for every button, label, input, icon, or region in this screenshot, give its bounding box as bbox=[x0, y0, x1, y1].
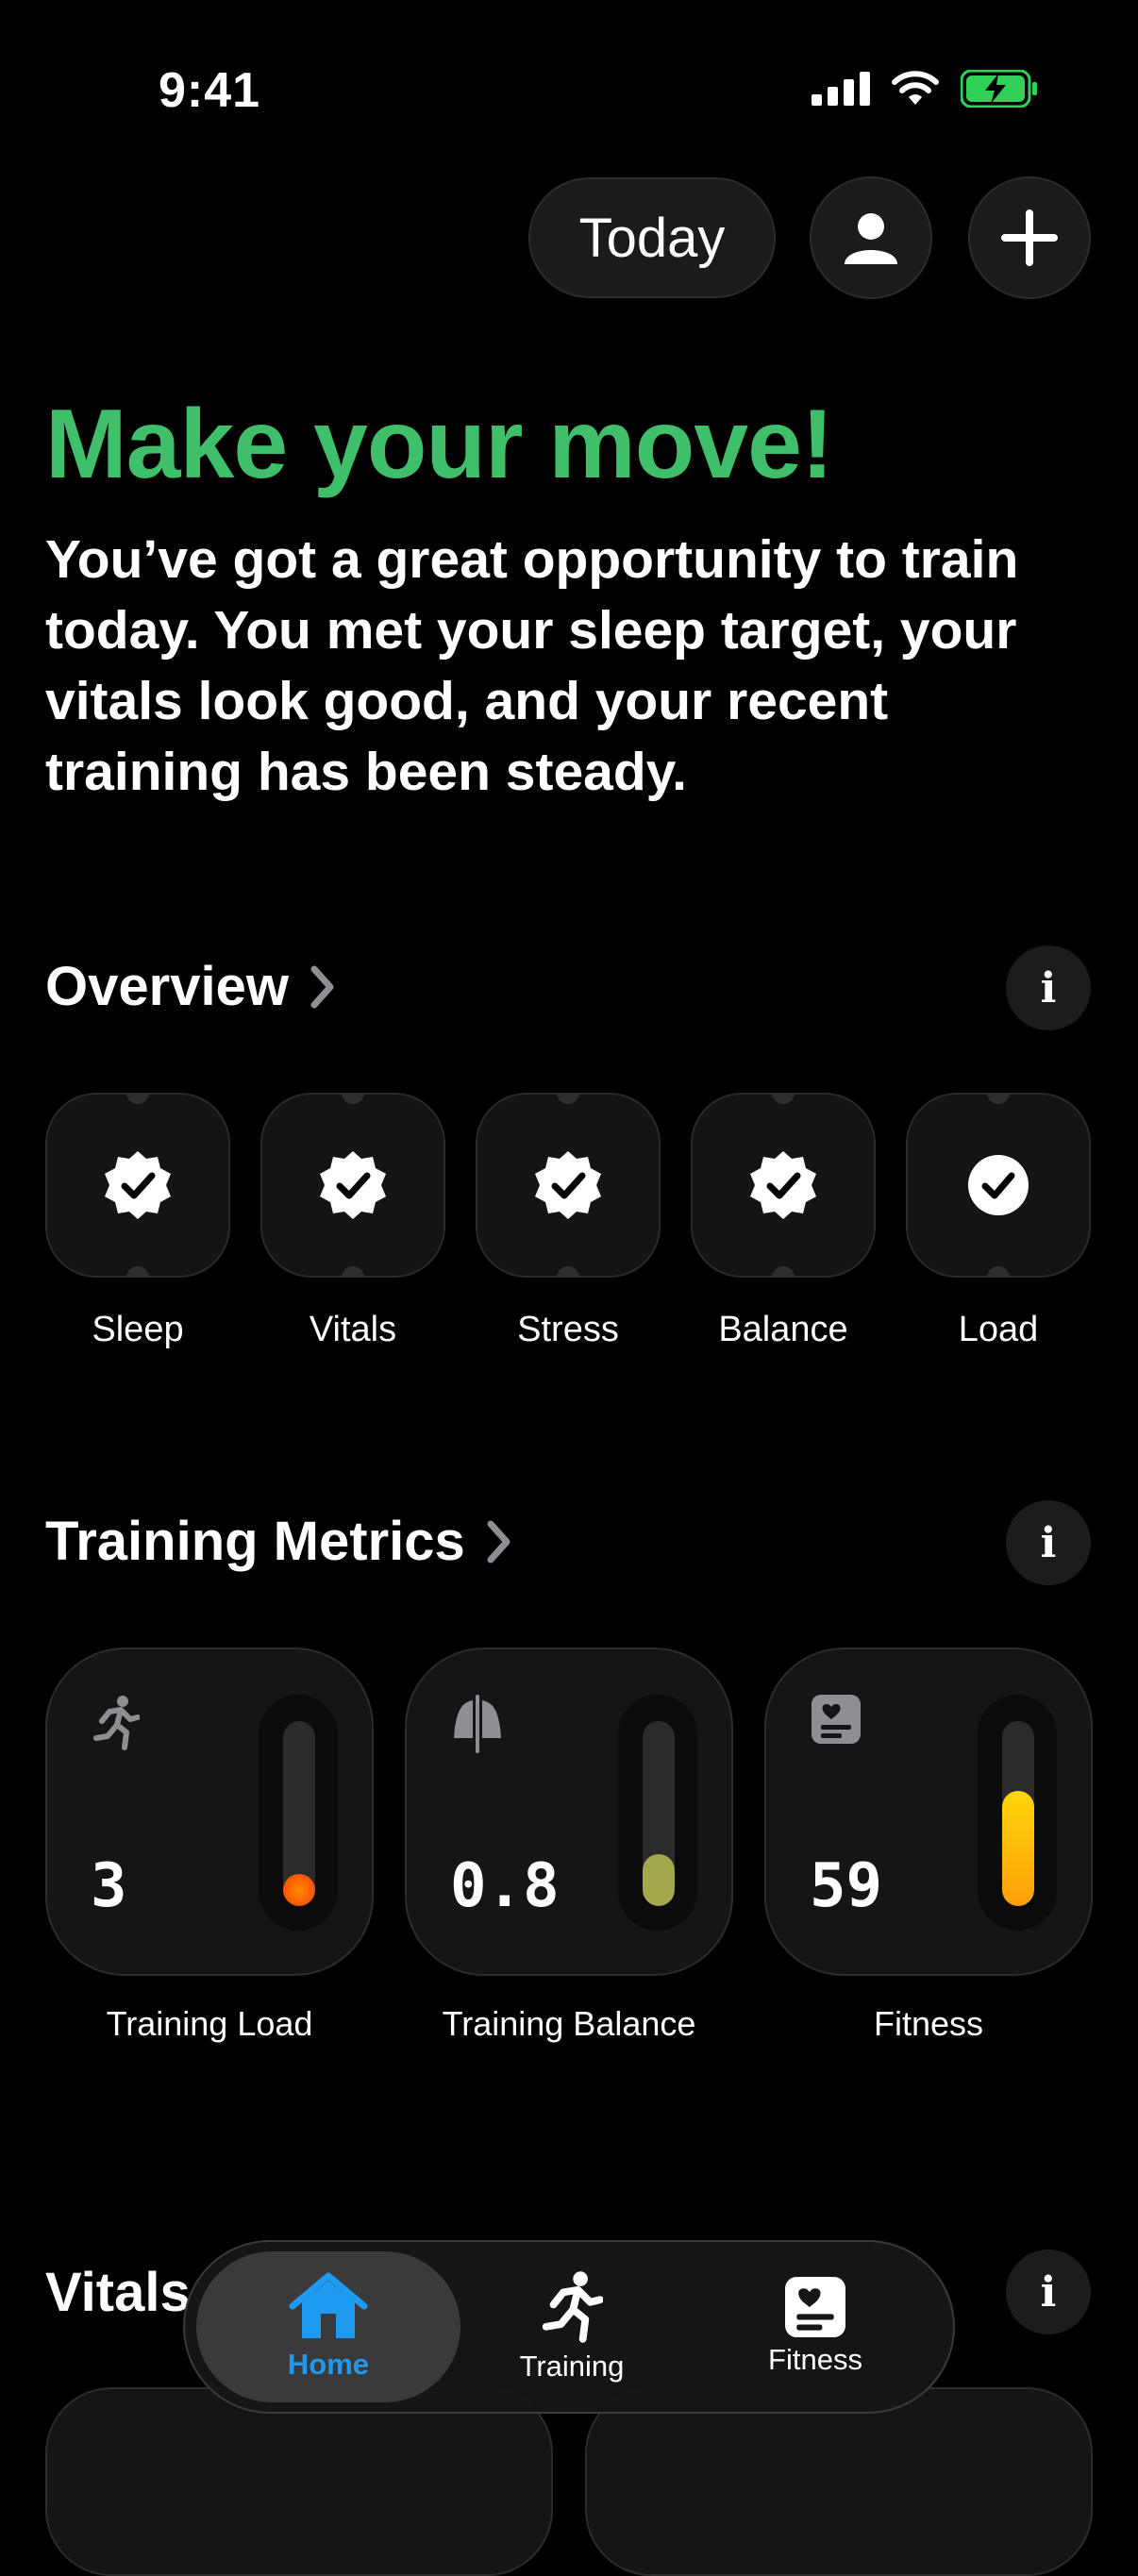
overview-info-button[interactable]: i bbox=[1006, 945, 1091, 1030]
tab-bar: Home Training Fitness bbox=[183, 2240, 955, 2414]
overview-tile-load[interactable] bbox=[906, 1093, 1091, 1278]
vital-card[interactable] bbox=[585, 2387, 1093, 2576]
runner-icon bbox=[542, 2271, 603, 2343]
badge-check-icon bbox=[105, 1151, 171, 1219]
training-load-value: 3 bbox=[91, 1851, 127, 1921]
plus-icon bbox=[1001, 209, 1058, 266]
chevron-right-icon bbox=[486, 1519, 512, 1564]
overview-header[interactable]: Overview bbox=[45, 955, 336, 1018]
cellular-signal-icon bbox=[812, 72, 870, 106]
overview-tile-balance[interactable] bbox=[691, 1093, 876, 1278]
training-metrics-header[interactable]: Training Metrics bbox=[45, 1510, 512, 1573]
overview-tile-vitals[interactable] bbox=[260, 1093, 445, 1278]
training-balance-gauge bbox=[643, 1721, 675, 1906]
training-load-label: Training Load bbox=[106, 2004, 313, 2043]
training-metrics-info-button[interactable]: i bbox=[1006, 1500, 1091, 1585]
runner-icon bbox=[93, 1696, 140, 1750]
training-metrics-title: Training Metrics bbox=[45, 1511, 465, 1572]
overview-tile-stress[interactable] bbox=[476, 1093, 661, 1278]
fitness-card-icon bbox=[785, 2277, 845, 2337]
status-time: 9:41 bbox=[159, 63, 261, 118]
badge-check-icon bbox=[750, 1151, 816, 1219]
today-button[interactable]: Today bbox=[528, 177, 776, 298]
fitness-label: Fitness bbox=[873, 2004, 984, 2043]
person-icon bbox=[845, 213, 897, 264]
training-load-card[interactable]: 3 bbox=[45, 1648, 374, 1976]
tab-home-label: Home bbox=[287, 2348, 370, 2381]
info-icon: i bbox=[1040, 2267, 1057, 2317]
summary-text: You’ve got a great opportunity to train … bbox=[45, 529, 1019, 802]
house-icon bbox=[289, 2272, 368, 2338]
vital-card[interactable] bbox=[45, 2387, 553, 2576]
training-balance-card[interactable]: 0.8 bbox=[405, 1648, 733, 1976]
training-load-gauge bbox=[283, 1721, 315, 1906]
tab-home[interactable]: Home bbox=[196, 2251, 460, 2402]
overview-tile-sleep[interactable] bbox=[45, 1093, 230, 1278]
tab-fitness-label: Fitness bbox=[768, 2343, 862, 2376]
tab-training-label: Training bbox=[519, 2350, 625, 2383]
info-icon: i bbox=[1040, 963, 1057, 1012]
balance-icon bbox=[454, 1695, 501, 1753]
training-balance-label: Training Balance bbox=[442, 2004, 696, 2043]
status-icons bbox=[812, 70, 1038, 108]
badge-check-icon bbox=[320, 1151, 386, 1219]
vitals-info-button[interactable]: i bbox=[1006, 2250, 1091, 2334]
badge-check-icon bbox=[535, 1151, 601, 1219]
vitals-title: Vitals bbox=[45, 2262, 191, 2323]
info-icon: i bbox=[1040, 1518, 1057, 1567]
overview-label-stress: Stress bbox=[517, 1310, 619, 1349]
training-balance-value: 0.8 bbox=[450, 1851, 560, 1921]
tab-fitness[interactable]: Fitness bbox=[683, 2251, 947, 2402]
overview-title: Overview bbox=[45, 956, 289, 1017]
overview-label-balance: Balance bbox=[718, 1310, 848, 1349]
fitness-card-icon bbox=[812, 1695, 861, 1744]
headline: Make your move! bbox=[45, 390, 834, 499]
chevron-right-icon bbox=[310, 964, 336, 1010]
overview-label-sleep: Sleep bbox=[92, 1310, 184, 1349]
fitness-gauge bbox=[1002, 1721, 1034, 1906]
fitness-card[interactable]: 59 bbox=[764, 1648, 1093, 1976]
overview-label-load: Load bbox=[958, 1310, 1039, 1349]
add-button[interactable] bbox=[968, 176, 1091, 299]
vitals-header[interactable]: Vitals bbox=[45, 2261, 191, 2324]
tab-training[interactable]: Training bbox=[440, 2251, 704, 2402]
circle-check-icon bbox=[968, 1155, 1029, 1215]
profile-button[interactable] bbox=[810, 176, 932, 299]
overview-label-vitals: Vitals bbox=[309, 1310, 397, 1349]
wifi-icon bbox=[892, 71, 939, 105]
battery-charging-icon bbox=[961, 70, 1037, 108]
fitness-value: 59 bbox=[810, 1851, 883, 1921]
